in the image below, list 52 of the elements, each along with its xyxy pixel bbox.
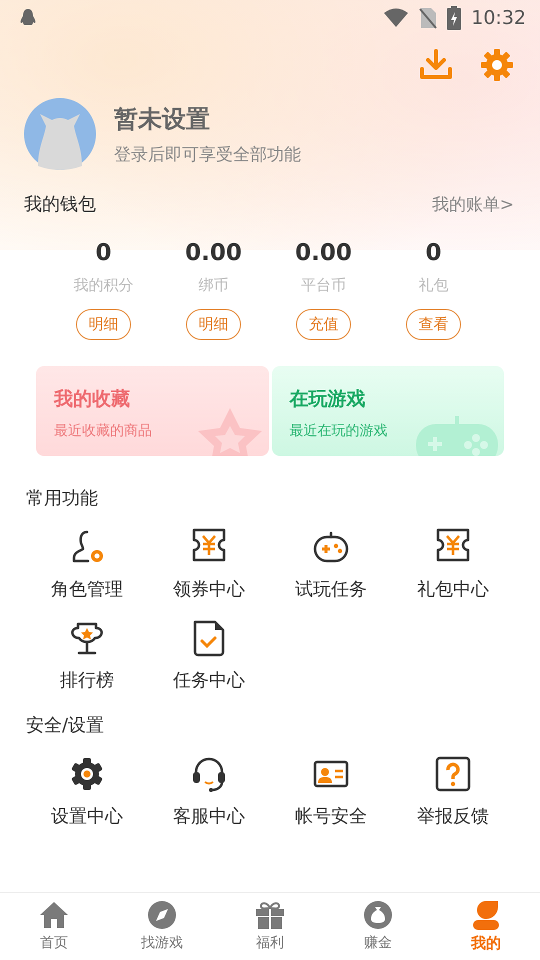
section-title: 我的钱包 (24, 193, 96, 216)
nav-tab[interactable]: 福利 (216, 893, 324, 960)
feature-link[interactable]: 领券中心 (173, 578, 245, 602)
feature-link[interactable]: 排行榜 (60, 669, 114, 693)
wallet-action-button[interactable]: 查看 (406, 309, 461, 340)
wallet-action-button[interactable]: 明细 (76, 309, 131, 340)
feature-link[interactable]: 礼包中心 (417, 578, 489, 602)
balance-label: 平台币 (301, 276, 346, 295)
balance-value: 0 (95, 240, 112, 266)
nav-tab[interactable]: 首页 (0, 893, 108, 960)
balance-value: 0.00 (185, 240, 242, 266)
balance-label: 我的积分 (74, 276, 134, 295)
feature-link[interactable]: 帐号安全 (295, 805, 367, 829)
nav-tab[interactable]: 赚金 (324, 893, 432, 960)
status-time: 10:32 (471, 7, 526, 29)
card-title: 我的收藏 (54, 387, 131, 412)
battery-icon (447, 6, 462, 30)
feature-link[interactable]: 试玩任务 (295, 578, 367, 602)
feature-link[interactable]: 举报反馈 (417, 805, 489, 829)
balance-value: 0 (425, 240, 442, 266)
shortcut-card[interactable]: 在玩游戏 最近在玩的游戏 (272, 366, 504, 456)
nav-tab[interactable]: 我的 (432, 893, 540, 960)
balance-label: 绑币 (198, 276, 228, 295)
nav-tab[interactable]: 找游戏 (108, 893, 216, 960)
login-hint: 登录后即可享受全部功能 (114, 144, 301, 166)
feature-link[interactable]: 设置中心 (51, 805, 123, 829)
feature-link[interactable]: 角色管理 (51, 578, 123, 602)
feature-link[interactable]: 客服中心 (173, 805, 245, 829)
penguin-icon (18, 8, 38, 28)
wallet-action-button[interactable]: 明细 (186, 309, 241, 340)
balance-value: 0.00 (295, 240, 352, 266)
feature-link[interactable]: 任务中心 (173, 669, 245, 693)
wallet-action-button[interactable]: 充值 (296, 309, 351, 340)
wifi-icon (383, 8, 410, 28)
shortcut-card[interactable]: 我的收藏 最近收藏的商品 (36, 366, 268, 456)
gift-icon (255, 900, 285, 930)
card-title: 在玩游戏 (290, 387, 366, 412)
compass-icon (147, 900, 177, 930)
card-subtitle: 最近在玩的游戏 (290, 422, 388, 440)
gamepad-icon (414, 416, 500, 456)
person-icon (471, 900, 501, 930)
headset-icon[interactable] (190, 755, 228, 793)
section-title: 常用功能 (26, 487, 99, 510)
card-subtitle: 最近收藏的商品 (54, 422, 153, 440)
bills-link[interactable]: 我的账单> (432, 192, 514, 216)
money-bag-icon (363, 900, 393, 930)
user-name: 暂未设置 (114, 104, 211, 134)
question-icon[interactable] (434, 755, 472, 793)
no-sim-icon (419, 7, 438, 29)
balance-label: 礼包 (418, 276, 448, 295)
home-icon (39, 900, 69, 930)
section-title: 安全/设置 (26, 714, 106, 737)
